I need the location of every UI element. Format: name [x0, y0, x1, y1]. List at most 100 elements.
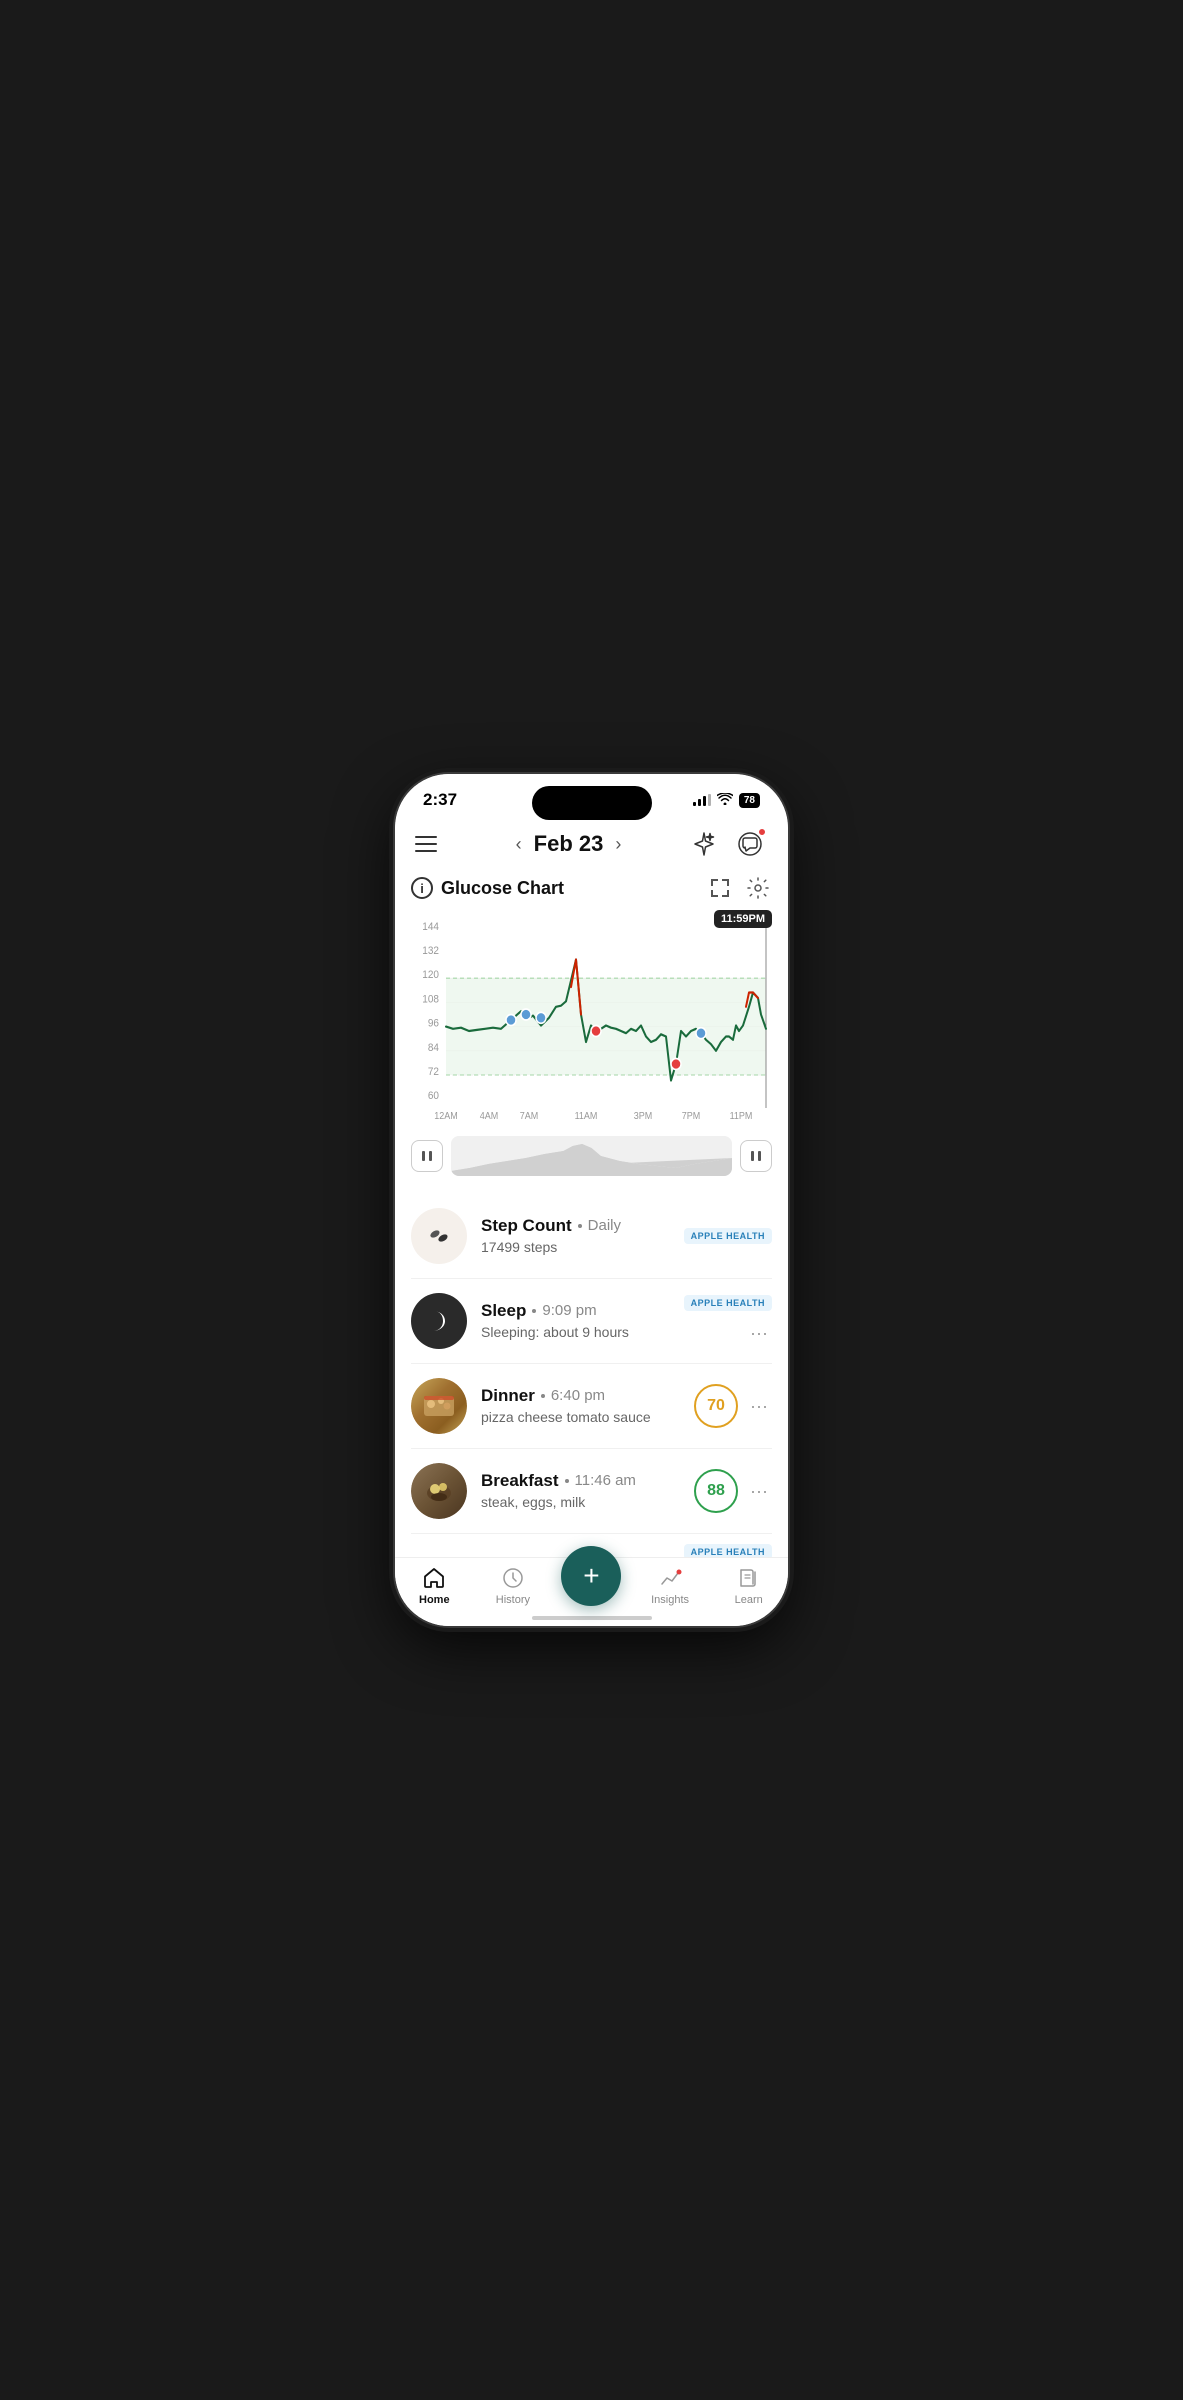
chart-section: i Glucose Chart: [395, 874, 788, 1194]
history-nav-label: History: [496, 1594, 530, 1606]
activity-item-dinner[interactable]: Dinner 6:40 pm pizza cheese tomato sauce…: [411, 1364, 772, 1449]
step-count-apple-health-badge: APPLE HEALTH: [684, 1228, 772, 1244]
chart-title-group: i Glucose Chart: [411, 877, 564, 899]
breakfast-score-badge: 88: [694, 1469, 738, 1513]
status-time: 2:37: [423, 790, 457, 810]
chart-actions: [706, 874, 772, 902]
timeline-scrubber: [411, 1130, 772, 1186]
home-indicator: [532, 1616, 652, 1620]
nav-add[interactable]: +: [561, 1566, 621, 1606]
activity-item-sleep[interactable]: Sleep 9:09 pm Sleeping: about 9 hours AP…: [411, 1279, 772, 1364]
history-icon: [501, 1566, 525, 1590]
svg-text:12AM: 12AM: [434, 1111, 458, 1123]
dinner-score-badge: 70: [694, 1384, 738, 1428]
dinner-content: Dinner 6:40 pm pizza cheese tomato sauce: [481, 1386, 680, 1427]
partial-badge-area: APPLE HEALTH: [684, 1544, 772, 1557]
sleep-subtitle: Sleeping: about 9 hours: [481, 1324, 629, 1340]
header-actions: [686, 826, 768, 862]
sleep-more-button[interactable]: ···: [746, 1319, 772, 1348]
svg-text:3PM: 3PM: [634, 1111, 653, 1123]
home-icon: [422, 1566, 446, 1590]
breakfast-title: Breakfast: [481, 1471, 559, 1491]
activity-item-breakfast[interactable]: Breakfast 11:46 am steak, eggs, milk 88 …: [411, 1449, 772, 1534]
nav-learn[interactable]: Learn: [719, 1566, 779, 1606]
nav-history[interactable]: History: [483, 1566, 543, 1606]
svg-text:144: 144: [422, 920, 439, 933]
dinner-time: 6:40 pm: [551, 1387, 605, 1404]
scrubber-pause-left[interactable]: [411, 1140, 443, 1172]
date-title: Feb 23: [534, 831, 604, 857]
breakfast-more-button[interactable]: ···: [746, 1477, 772, 1506]
step-count-icon: [411, 1208, 467, 1264]
add-button[interactable]: +: [561, 1546, 621, 1606]
step-count-subtitle: 17499 steps: [481, 1239, 557, 1255]
scrubber-track[interactable]: [451, 1136, 732, 1176]
activity-item-step-count[interactable]: Step Count Daily 17499 steps APPLE HEALT…: [411, 1194, 772, 1279]
header-nav: ‹ Feb 23 ›: [395, 818, 788, 874]
bottom-navigation: Home History +: [395, 1557, 788, 1626]
date-navigation: ‹ Feb 23 ›: [516, 831, 622, 857]
dinner-icon: [411, 1378, 467, 1434]
breakfast-time: 11:46 am: [575, 1472, 636, 1489]
dinner-more-button[interactable]: ···: [746, 1392, 772, 1421]
chart-title: Glucose Chart: [441, 878, 564, 899]
chart-settings-button[interactable]: [744, 874, 772, 902]
insights-nav-label: Insights: [651, 1594, 689, 1606]
phone-frame: 2:37 78: [395, 774, 788, 1626]
svg-text:72: 72: [428, 1066, 439, 1079]
menu-button[interactable]: [415, 826, 451, 862]
nav-insights[interactable]: Insights: [640, 1566, 700, 1606]
sleep-time: 9:09 pm: [542, 1302, 596, 1319]
screen: 2:37 78: [395, 774, 788, 1626]
learn-nav-label: Learn: [735, 1594, 763, 1606]
chat-button[interactable]: [732, 826, 768, 862]
sleep-apple-health-badge: APPLE HEALTH: [684, 1295, 772, 1311]
dinner-badge-area: 70 ···: [694, 1384, 772, 1428]
chart-header: i Glucose Chart: [411, 874, 772, 902]
svg-text:11AM: 11AM: [575, 1111, 598, 1123]
svg-text:11PM: 11PM: [730, 1111, 753, 1123]
wifi-icon: [717, 792, 733, 808]
chart-info-button[interactable]: i: [411, 877, 433, 899]
ai-button[interactable]: [686, 826, 722, 862]
step-count-badge-area: APPLE HEALTH: [684, 1228, 772, 1244]
sleep-badge-area: APPLE HEALTH ···: [684, 1295, 772, 1348]
breakfast-icon: [411, 1463, 467, 1519]
sleep-content: Sleep 9:09 pm Sleeping: about 9 hours: [481, 1301, 670, 1342]
nav-home[interactable]: Home: [404, 1566, 464, 1606]
status-icons: 78: [693, 792, 760, 808]
activity-feed: Step Count Daily 17499 steps APPLE HEALT…: [395, 1194, 788, 1557]
svg-text:7AM: 7AM: [520, 1111, 539, 1123]
dinner-subtitle: pizza cheese tomato sauce: [481, 1409, 651, 1425]
breakfast-content: Breakfast 11:46 am steak, eggs, milk: [481, 1471, 680, 1512]
sleep-icon: [411, 1293, 467, 1349]
step-count-title: Step Count: [481, 1216, 572, 1236]
svg-text:96: 96: [428, 1017, 439, 1030]
svg-text:108: 108: [422, 993, 439, 1006]
dynamic-island: [532, 786, 652, 820]
glucose-chart[interactable]: 11:59PM 144 132 120 108 96 84 72 60 12AM…: [411, 910, 772, 1130]
chat-notification-dot: [758, 828, 766, 836]
svg-text:132: 132: [422, 945, 439, 958]
add-icon: +: [583, 1562, 599, 1590]
step-count-content: Step Count Daily 17499 steps: [481, 1216, 670, 1257]
svg-text:4AM: 4AM: [480, 1111, 499, 1123]
dinner-title: Dinner: [481, 1386, 535, 1406]
step-count-time: Daily: [588, 1217, 621, 1234]
svg-text:60: 60: [428, 1090, 439, 1103]
home-nav-label: Home: [419, 1594, 450, 1606]
svg-text:7PM: 7PM: [682, 1111, 701, 1123]
svg-text:84: 84: [428, 1041, 439, 1054]
sleep-title: Sleep: [481, 1301, 526, 1321]
breakfast-badge-area: 88 ···: [694, 1469, 772, 1513]
breakfast-subtitle: steak, eggs, milk: [481, 1494, 585, 1510]
partial-apple-health-badge: APPLE HEALTH: [684, 1544, 772, 1557]
next-date-button[interactable]: ›: [615, 834, 621, 855]
expand-chart-button[interactable]: [706, 874, 734, 902]
time-tooltip: 11:59PM: [714, 910, 772, 928]
learn-icon: [737, 1566, 761, 1590]
signal-icon: [693, 794, 711, 806]
prev-date-button[interactable]: ‹: [516, 834, 522, 855]
scrubber-pause-right[interactable]: [740, 1140, 772, 1172]
svg-text:120: 120: [422, 969, 439, 982]
